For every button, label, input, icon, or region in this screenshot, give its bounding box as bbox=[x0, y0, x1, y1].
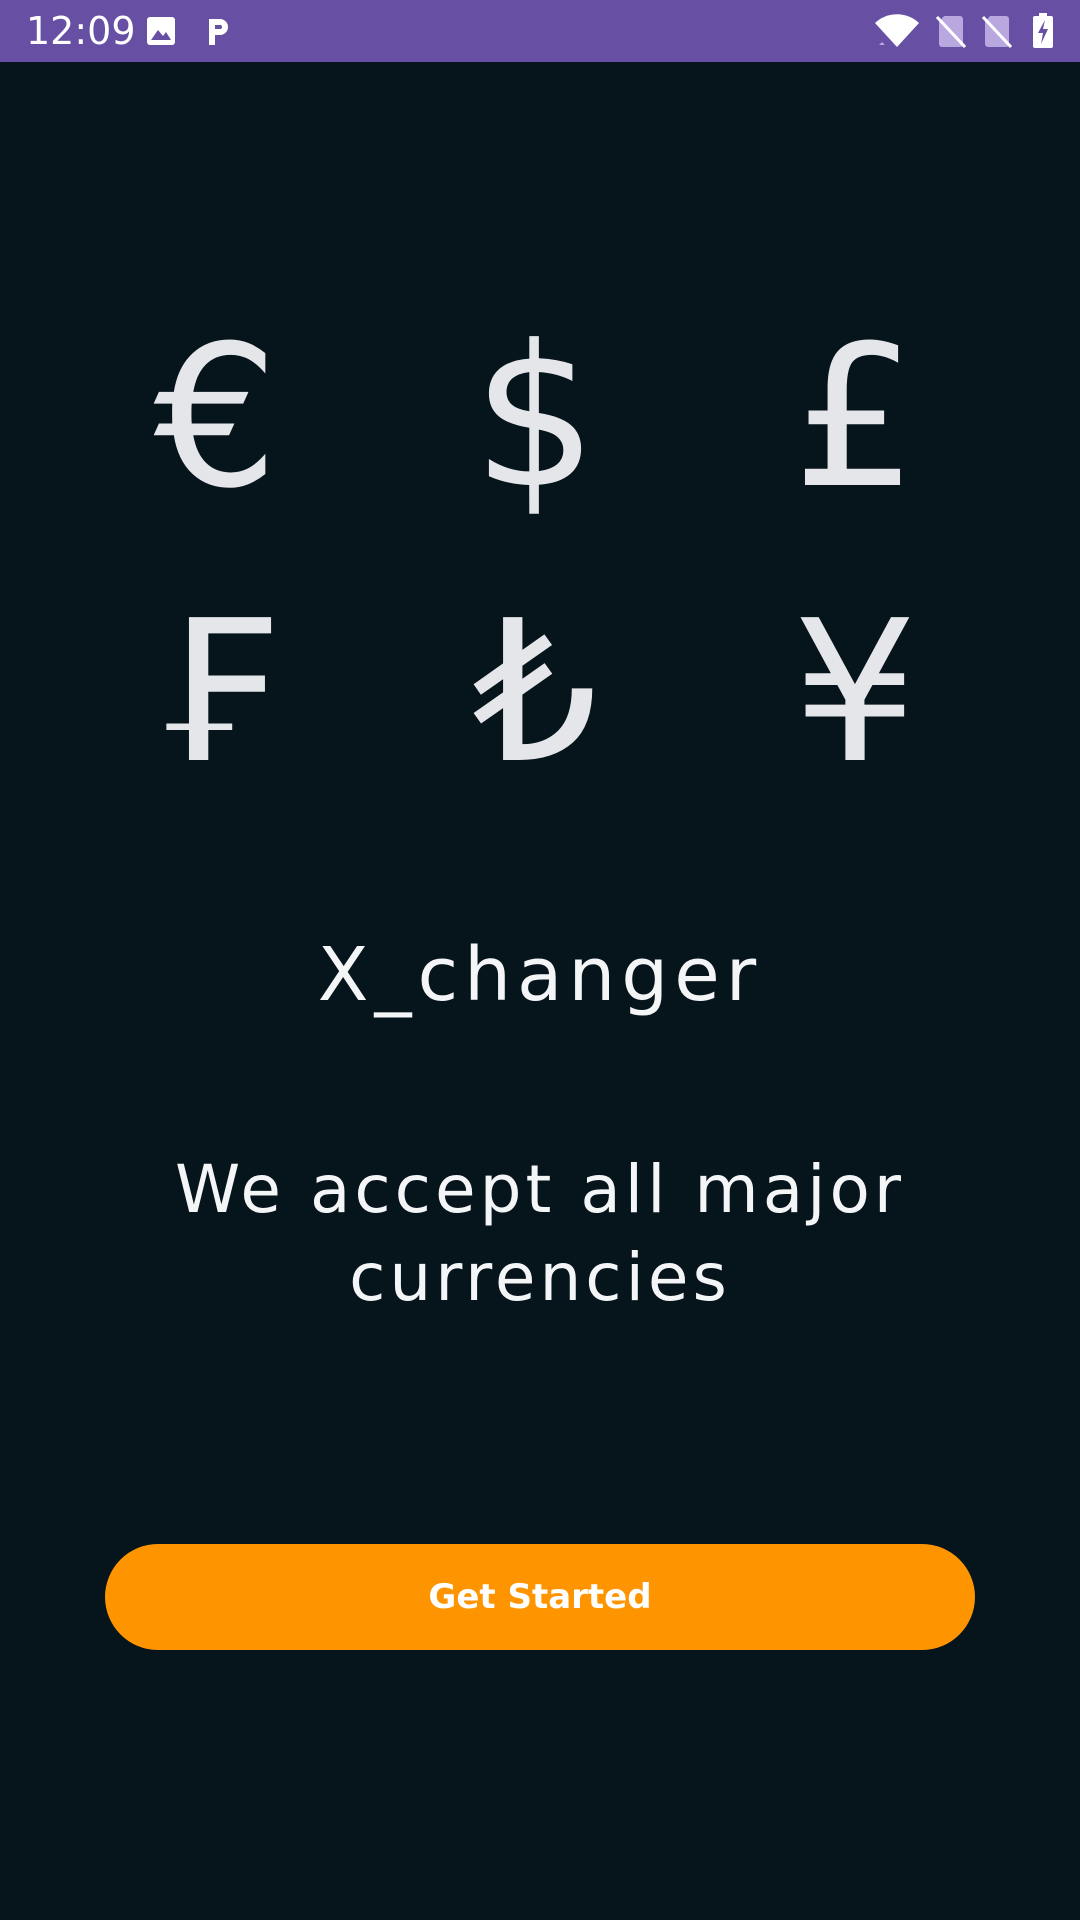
onboarding-screen: 12:09 € $ £ ₣ ₺ ¥ X_changer We accept al… bbox=[0, 0, 1080, 1920]
get-started-button[interactable]: Get Started bbox=[105, 1544, 975, 1650]
status-bar: 12:09 bbox=[0, 0, 1080, 62]
franc-icon: ₣ bbox=[153, 579, 279, 807]
pound-icon: £ bbox=[792, 304, 918, 532]
no-sim-icon bbox=[980, 0, 1014, 62]
euro-icon: € bbox=[153, 304, 279, 532]
wifi-icon bbox=[872, 0, 922, 62]
yen-icon: ¥ bbox=[792, 579, 918, 807]
tagline: We accept all major currencies bbox=[174, 1151, 906, 1316]
dollar-icon: $ bbox=[472, 304, 598, 532]
currency-symbols-grid: € $ £ ₣ ₺ ¥ bbox=[0, 318, 1080, 798]
get-started-label: Get Started bbox=[428, 1577, 652, 1617]
parking-app-icon bbox=[204, 0, 234, 62]
status-time: 12:09 bbox=[26, 9, 136, 53]
app-title: X_changer bbox=[317, 932, 763, 1018]
no-sim-icon bbox=[934, 0, 968, 62]
lira-icon: ₺ bbox=[472, 579, 598, 807]
image-icon bbox=[144, 0, 178, 62]
battery-charging-icon bbox=[1030, 0, 1056, 62]
